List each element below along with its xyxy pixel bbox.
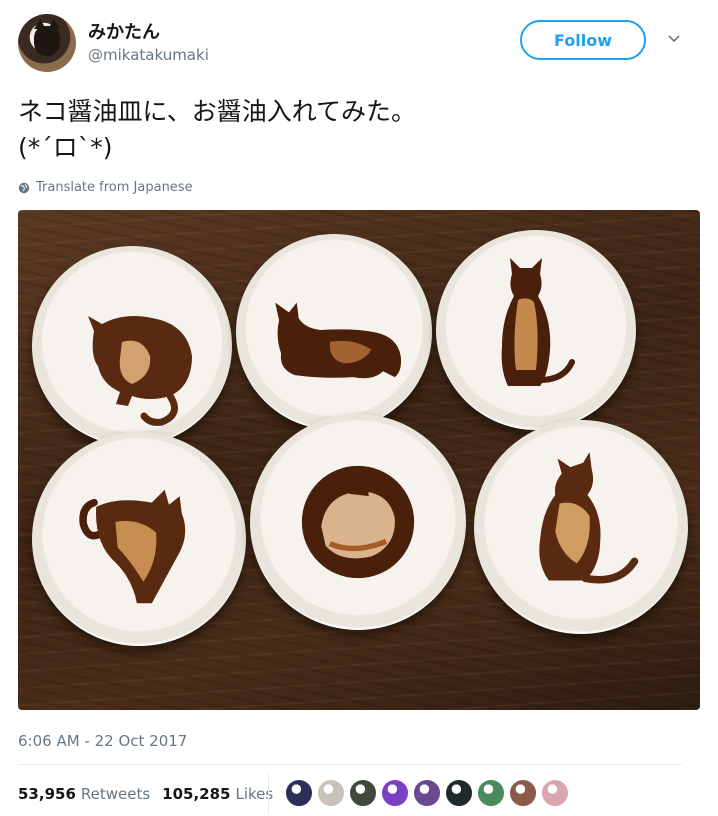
liker-avatars <box>284 778 570 808</box>
liker-avatar[interactable] <box>540 778 570 808</box>
display-name[interactable]: みかたん <box>88 18 160 44</box>
cat-silhouette-lying <box>275 302 402 379</box>
liker-avatar[interactable] <box>380 778 410 808</box>
liker-avatar[interactable] <box>316 778 346 808</box>
cat-avatar-graphic <box>34 19 60 56</box>
tweet-text-line: ネコ醤油皿に、お醤油入れてみた。 <box>18 97 417 126</box>
chevron-down-icon[interactable] <box>668 32 680 44</box>
soy-dish-cat-lying <box>236 234 432 430</box>
retweets-label[interactable]: Retweets <box>81 785 150 803</box>
stats-separator <box>268 774 269 814</box>
user-handle[interactable]: @mikatakumaki <box>88 46 209 64</box>
liker-avatar[interactable] <box>444 778 474 808</box>
soy-dish-cat-sitting <box>436 230 636 430</box>
cat-silhouette-crouching <box>88 316 192 426</box>
cat-silhouette-stretching <box>79 489 186 604</box>
cat-silhouette-looking-back <box>539 452 639 584</box>
user-avatar[interactable] <box>18 14 76 72</box>
liker-avatar[interactable] <box>476 778 506 808</box>
tweet-timestamp[interactable]: 6:06 AM - 22 Oct 2017 <box>18 732 187 750</box>
translate-label: Translate from Japanese <box>36 180 193 195</box>
liker-avatar[interactable] <box>284 778 314 808</box>
translate-link[interactable]: Translate from Japanese <box>18 180 193 195</box>
divider <box>18 764 682 765</box>
likes-count[interactable]: 105,285 <box>162 785 230 803</box>
liker-avatar[interactable] <box>508 778 538 808</box>
cat-silhouette-sitting <box>501 258 575 386</box>
follow-button[interactable]: Follow <box>520 20 646 60</box>
liker-avatar[interactable] <box>348 778 378 808</box>
soy-dish-cat-curled <box>250 414 466 630</box>
tweet-text: ネコ醤油皿に、お醤油入れてみた。 (*´ロ`*) <box>18 94 698 166</box>
cat-silhouette-curled <box>301 465 415 579</box>
tweet-header: みかたん @mikatakumaki Follow <box>18 14 700 74</box>
tweet-photo[interactable] <box>18 210 700 710</box>
soy-dish-cat-stretching <box>32 432 246 646</box>
liker-avatar[interactable] <box>412 778 442 808</box>
engagement-stats: 53,956 Retweets 105,285 Likes <box>18 782 285 806</box>
tweet-text-line: (*´ロ`*) <box>18 133 113 162</box>
globe-icon <box>18 182 30 193</box>
retweets-count[interactable]: 53,956 <box>18 785 76 803</box>
soy-dish-cat-looking-back <box>474 420 688 634</box>
soy-dish-cat-crouching <box>32 246 232 446</box>
